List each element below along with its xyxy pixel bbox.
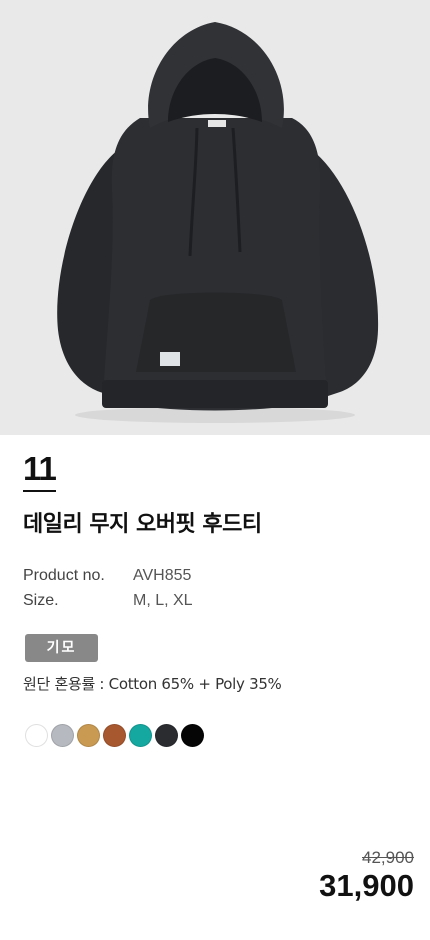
fabric-composition: 원단 혼용률 : Cotton 65% + Poly 35% xyxy=(23,675,282,693)
color-swatch-white[interactable] xyxy=(25,724,48,747)
hoodie-image xyxy=(57,22,379,423)
product-image[interactable] xyxy=(0,0,430,435)
color-swatch-charcoal[interactable] xyxy=(155,724,178,747)
color-swatch-teal[interactable] xyxy=(129,724,152,747)
size-value: M, L, XL xyxy=(133,592,193,609)
color-swatch-brown[interactable] xyxy=(103,724,126,747)
product-title[interactable]: 데일리 무지 오버핏 후드티 xyxy=(23,508,262,542)
fleece-badge: 기모 xyxy=(25,634,98,662)
size-label: Size. xyxy=(23,592,59,609)
sale-price: 31,900 xyxy=(319,868,414,903)
color-swatches xyxy=(25,724,204,747)
product-no-value: AVH855 xyxy=(133,567,192,584)
product-no-label: Product no. xyxy=(23,567,105,584)
rank-number: 11 xyxy=(23,450,57,487)
color-swatch-gray[interactable] xyxy=(51,724,74,747)
color-swatch-camel[interactable] xyxy=(77,724,100,747)
rank-underline xyxy=(23,490,56,492)
color-swatch-black[interactable] xyxy=(181,724,204,747)
